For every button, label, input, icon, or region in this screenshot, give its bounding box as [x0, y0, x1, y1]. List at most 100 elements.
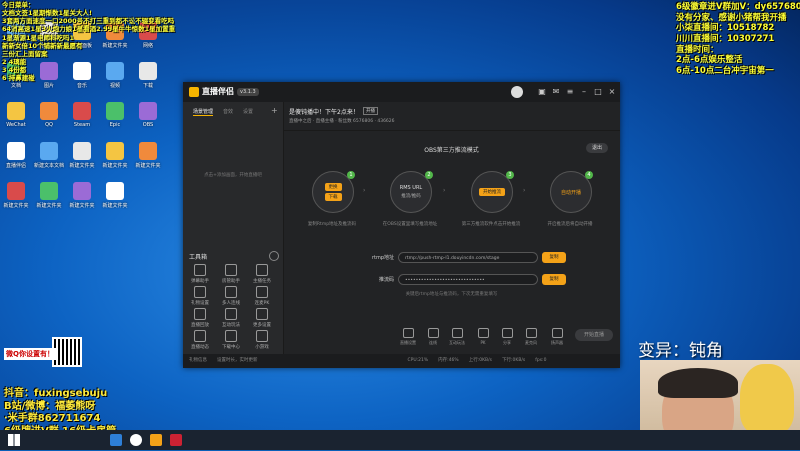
tab-scenes[interactable]: 场景管理 — [193, 108, 214, 116]
desktop-app-icon — [106, 182, 124, 200]
toolbox-item[interactable]: 房管助手 — [218, 264, 244, 284]
toolbar-item[interactable]: 扬声器 — [545, 328, 569, 346]
overlay-line: 小柒直播间：10518782 — [676, 23, 775, 34]
tab-audio[interactable]: 音效 — [223, 108, 233, 115]
overlay-line: 6点-10点二台冲宇宙第一 — [676, 65, 774, 76]
toolbar-icon — [551, 328, 563, 338]
desktop-icon[interactable]: 新建文本文档 — [34, 142, 64, 169]
step-1-download-button[interactable]: 下载 — [324, 193, 342, 201]
toolbox-item[interactable]: 礼物设置 — [187, 286, 213, 306]
toolbox-item[interactable]: 主播任务 — [249, 264, 275, 284]
bottom-toolbar: 直播设置 连线 互动玩法 PK 分享 麦克风 扬声器 — [283, 326, 620, 354]
close-icon[interactable]: × — [607, 87, 617, 97]
desktop-app-icon — [73, 182, 91, 200]
step-2-sub: 推流/推码 — [401, 194, 421, 199]
status-item: CPU:21% — [407, 358, 429, 363]
overlay-line: 1星渐源1星电师科吃吗1 — [2, 33, 75, 42]
step-arrow-2: › — [443, 187, 446, 194]
copy-key-button[interactable]: 复制 — [542, 274, 566, 285]
exit-button[interactable]: 退出 — [586, 143, 608, 153]
desktop-icon[interactable]: 新建文件夹 — [101, 182, 129, 209]
step-2-title: RMS URL — [399, 185, 423, 191]
toolbox-item[interactable]: 小游戏 — [249, 330, 275, 350]
desktop-icon[interactable]: 直播伴侣 — [2, 142, 30, 169]
toolbar-icon — [451, 328, 463, 338]
toolbar-item[interactable]: 直播设置 — [396, 328, 420, 346]
toolbar-label: 互动玩法 — [449, 340, 465, 345]
copy-rtmp-button[interactable]: 复制 — [542, 252, 566, 263]
toolbox-item[interactable]: 连麦PK — [249, 286, 275, 306]
taskbar-app-3-icon[interactable] — [150, 434, 162, 446]
maximize-icon[interactable]: □ — [593, 87, 603, 97]
mail-icon[interactable]: ✉ — [551, 87, 561, 97]
app-logo: 直播伴侣 v3.1.3 — [189, 86, 259, 97]
desktop-icon[interactable]: 新建文件夹 — [101, 142, 129, 169]
desktop-icon-label: Epic — [109, 122, 121, 128]
toolbar-item[interactable]: 互动玩法 — [445, 328, 469, 346]
toolbox-item[interactable]: 多人连线 — [218, 286, 244, 306]
toolbox-item[interactable]: 互动玩法 — [218, 308, 244, 328]
version-badge: v3.1.3 — [237, 87, 259, 96]
taskbar-app-2-icon[interactable] — [130, 434, 142, 446]
desktop-icon[interactable]: Steam — [68, 102, 96, 128]
logo-icon — [189, 86, 199, 97]
desktop-icon-label: 新建文件夹 — [69, 163, 95, 169]
desktop-icon[interactable]: 新建文件夹 — [68, 142, 96, 169]
desktop-icon-label: 新建文件夹 — [102, 203, 128, 209]
desktop-icon[interactable]: 新建文件夹 — [2, 182, 30, 209]
step-1-change-button[interactable]: 更换 — [324, 183, 342, 191]
toolbar-label: 直播设置 — [400, 340, 416, 345]
room-title[interactable]: 是傻钝播中！下午2点来！ — [289, 107, 359, 116]
step-3-start-push-button[interactable]: 开始推流 — [479, 188, 505, 196]
desktop-icon[interactable]: Epic — [101, 102, 129, 128]
room-tag[interactable]: 开播 — [363, 107, 378, 115]
step-arrow-1: › — [363, 187, 366, 194]
desktop-icon[interactable]: WeChat — [2, 102, 30, 128]
desktop-app-icon — [7, 102, 25, 120]
stream-key-field[interactable]: •••••••••••••••••••••••••••••• — [398, 274, 538, 285]
toolbox-item[interactable]: 直播回放 — [187, 308, 213, 328]
tool-label: 直播动态 — [191, 345, 209, 350]
desktop-icon[interactable]: 新建文件夹 — [35, 182, 63, 209]
obs-mode-panel: OBS第三方推流模式 退出 1 更换 下载 2 RMS URL 推流/推码 3 … — [283, 131, 620, 326]
desktop-icon[interactable]: QQ — [35, 102, 63, 128]
toolbox-item[interactable]: 更多设置 — [249, 308, 275, 328]
toolbox-item[interactable]: 下载中心 — [218, 330, 244, 350]
toolbar-item[interactable]: PK — [471, 328, 495, 345]
start-live-button[interactable]: 开始直播 — [575, 329, 613, 341]
taskbar-app-1-icon[interactable] — [110, 434, 122, 446]
rtmp-url-field[interactable]: rtmp://push-rtmp-l1.douyincdn.com/stage — [398, 252, 538, 263]
add-scene-icon[interactable]: + — [271, 106, 278, 115]
toolbox-item[interactable]: 直播动态 — [187, 330, 213, 350]
desktop-icon[interactable]: OBS — [134, 102, 162, 128]
avatar[interactable] — [511, 86, 523, 98]
desktop-icon[interactable]: 新建文件夹 — [68, 182, 96, 209]
tool-icon — [256, 308, 268, 320]
overlay-line: ·米手群862711674 — [4, 413, 101, 424]
caption-text: 变异：钝角 — [638, 341, 723, 361]
desktop-icon-label: 视频 — [109, 83, 120, 89]
tool-label: 下载中心 — [222, 345, 240, 350]
taskbar-app-4-icon[interactable] — [170, 434, 182, 446]
desktop-app-icon — [139, 142, 157, 160]
gift-icon[interactable]: ▣ — [537, 87, 547, 97]
desktop-icon-label: OBS — [142, 122, 154, 128]
desktop-icon[interactable]: 新建文件夹 — [134, 142, 162, 169]
toolbar-item[interactable]: 麦克风 — [519, 328, 543, 346]
toolbox-item[interactable]: 弹幕助手 — [187, 264, 213, 284]
tool-label: 小游戏 — [255, 345, 269, 350]
toolbar-label: 连线 — [429, 340, 437, 345]
desktop-icon-label: 新建文件夹 — [3, 203, 29, 209]
toolbar-item[interactable]: 分享 — [495, 328, 519, 346]
tool-label: 互动玩法 — [222, 323, 240, 328]
tab-settings[interactable]: 设置 — [243, 108, 253, 115]
minimize-icon[interactable]: – — [579, 87, 589, 97]
start-icon[interactable] — [8, 434, 20, 446]
toolbox-collapse-icon[interactable] — [269, 251, 279, 261]
menu-icon[interactable]: ≡ — [565, 87, 575, 97]
toolbar-item[interactable]: 连线 — [421, 328, 445, 346]
app-name: 直播伴侣 — [202, 87, 234, 96]
stream-menu-overlay: 今日菜单： 文档文签1星期惭数1星关大人! 3套两方面速度一口2000号不打三重到都… — [2, 1, 175, 82]
desktop-icon-label: 文档 — [10, 83, 21, 89]
tool-label: 房管助手 — [222, 279, 240, 284]
